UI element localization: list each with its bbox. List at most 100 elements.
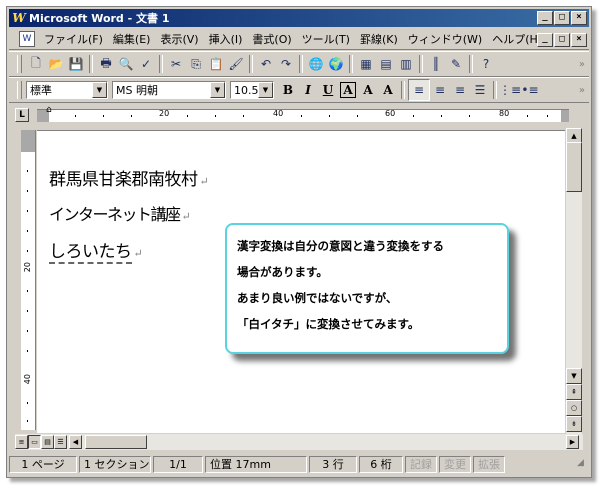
document-line-2[interactable]: インターネット講座 ↵ bbox=[49, 201, 191, 225]
italic-button[interactable]: I bbox=[298, 80, 318, 100]
toolbar-overflow-icon[interactable]: » bbox=[579, 85, 585, 96]
document-line-1[interactable]: 群馬県甘楽郡南牧村 ↵ bbox=[49, 165, 209, 190]
normal-view-icon[interactable]: ≡ bbox=[15, 435, 28, 449]
print-layout-view-icon[interactable]: ▤ bbox=[41, 435, 54, 449]
font-size-select[interactable]: 10.5 ▼ bbox=[230, 81, 274, 99]
doc-minimize-button[interactable]: _ bbox=[537, 33, 553, 47]
status-rec[interactable]: 記録 bbox=[405, 455, 437, 473]
close-button[interactable]: × bbox=[571, 11, 587, 25]
vruler-tick bbox=[27, 190, 28, 192]
ruler-number: 40 bbox=[273, 109, 284, 118]
paste-icon[interactable]: 📋 bbox=[206, 54, 226, 74]
status-trk[interactable]: 変更 bbox=[439, 455, 471, 473]
menu-window[interactable]: ウィンドウ(W) bbox=[403, 31, 487, 47]
undo-icon[interactable]: ↶ bbox=[256, 54, 276, 74]
menu-table[interactable]: 罫線(K) bbox=[355, 31, 403, 47]
save-icon[interactable]: 💾 bbox=[66, 54, 86, 74]
bold-button[interactable]: B bbox=[278, 80, 298, 100]
toolbar-grip[interactable] bbox=[17, 81, 22, 99]
char-shading-button[interactable]: A bbox=[358, 80, 378, 100]
document-line-3-text: しろいたち bbox=[49, 242, 132, 264]
toolbar-grip[interactable] bbox=[17, 55, 22, 73]
document-canvas[interactable]: 群馬県甘楽郡南牧村 ↵ インターネット講座 ↵ しろいたち ↵ 漢字変換は自分の意図と… bbox=[37, 130, 565, 433]
chevron-down-icon[interactable]: ▼ bbox=[258, 82, 273, 98]
select-browse-object-icon[interactable]: ○ bbox=[566, 400, 582, 416]
print-icon[interactable]: 🖶 bbox=[96, 54, 116, 74]
ruler-tick bbox=[301, 115, 302, 117]
doc-restore-button[interactable]: □ bbox=[554, 33, 570, 47]
bullets-icon[interactable]: •≡ bbox=[520, 80, 540, 100]
indent-marker-icon[interactable]: ⌂ bbox=[46, 105, 54, 127]
style-select[interactable]: 標準 ▼ bbox=[26, 81, 108, 99]
previous-page-icon[interactable]: ⇞ bbox=[566, 384, 582, 400]
doc-close-button[interactable]: × bbox=[571, 33, 587, 47]
web-layout-view-icon[interactable]: ▭ bbox=[28, 435, 41, 449]
numbering-icon[interactable]: ⋮≡ bbox=[499, 80, 521, 100]
resize-grip-icon[interactable]: ◢ bbox=[577, 458, 589, 470]
document-line-2-text: インターネット講座 bbox=[49, 205, 181, 224]
columns-icon[interactable]: ║ bbox=[426, 54, 446, 74]
drawing-icon[interactable]: ✎ bbox=[446, 54, 466, 74]
vruler-tick bbox=[27, 350, 28, 352]
outline-view-icon[interactable]: ☰ bbox=[54, 435, 67, 449]
cut-icon[interactable]: ✂ bbox=[166, 54, 186, 74]
web-toolbar-icon[interactable]: 🌍 bbox=[326, 54, 346, 74]
spellcheck-icon[interactable]: ✓ bbox=[136, 54, 156, 74]
insert-table-icon[interactable]: ▤ bbox=[376, 54, 396, 74]
scroll-thumb[interactable] bbox=[566, 142, 582, 192]
scroll-left-icon[interactable]: ◀ bbox=[69, 435, 82, 449]
menu-format[interactable]: 書式(O) bbox=[247, 31, 296, 47]
chevron-down-icon[interactable]: ▼ bbox=[92, 82, 107, 98]
ruler-tick bbox=[527, 115, 528, 117]
copy-icon[interactable]: ⎘ bbox=[186, 54, 206, 74]
chevron-down-icon[interactable]: ▼ bbox=[210, 82, 225, 98]
hyperlink-icon[interactable]: 🌐 bbox=[306, 54, 326, 74]
underline-button[interactable]: U bbox=[318, 80, 338, 100]
new-icon[interactable]: 🗋 bbox=[26, 54, 46, 74]
align-right-icon[interactable]: ≡ bbox=[450, 80, 470, 100]
align-center-icon[interactable]: ≡ bbox=[430, 80, 450, 100]
next-page-icon[interactable]: ⇟ bbox=[566, 416, 582, 432]
vruler-tick bbox=[27, 402, 28, 404]
insert-excel-icon[interactable]: ▥ bbox=[396, 54, 416, 74]
tab-selector[interactable]: L bbox=[15, 108, 29, 122]
status-ext[interactable]: 拡張 bbox=[473, 455, 505, 473]
word-app-icon[interactable]: W bbox=[12, 11, 26, 25]
align-justify-icon[interactable]: ≡ bbox=[408, 79, 430, 101]
style-value: 標準 bbox=[30, 84, 52, 97]
vertical-ruler[interactable]: 20 40 bbox=[21, 130, 36, 430]
toolbar-overflow-icon[interactable]: » bbox=[579, 59, 585, 70]
font-value: MS 明朝 bbox=[116, 84, 158, 97]
status-line: 3 行 bbox=[309, 455, 357, 473]
vertical-scrollbar[interactable]: ▲ ▼ ⇞ ○ ⇟ bbox=[566, 128, 582, 434]
menu-tools[interactable]: ツール(T) bbox=[297, 31, 355, 47]
menu-edit[interactable]: 編集(E) bbox=[108, 31, 156, 47]
status-section: 1 セクション bbox=[79, 455, 151, 473]
maximize-button[interactable]: □ bbox=[554, 11, 570, 25]
font-select[interactable]: MS 明朝 ▼ bbox=[112, 81, 226, 99]
phonetic-guide-button[interactable]: A bbox=[378, 80, 398, 100]
print-preview-icon[interactable]: 🔍 bbox=[116, 54, 136, 74]
format-painter-icon[interactable]: 🖌 bbox=[226, 54, 246, 74]
minimize-button[interactable]: _ bbox=[537, 11, 553, 25]
menu-insert[interactable]: 挿入(I) bbox=[204, 31, 248, 47]
ruler-tick bbox=[187, 115, 188, 117]
formatting-toolbar: 標準 ▼ MS 明朝 ▼ 10.5 ▼ B I U A A A ≡ ≡ ≡ ☰ … bbox=[9, 77, 589, 103]
title-bar[interactable]: W Microsoft Word - 文書 1 _ □ × bbox=[9, 9, 589, 27]
menu-file[interactable]: ファイル(F) bbox=[39, 31, 108, 47]
help-icon[interactable]: ? bbox=[476, 54, 496, 74]
horizontal-ruler[interactable]: ⌂ 20 40 60 80 bbox=[37, 105, 569, 122]
document-icon[interactable]: W bbox=[19, 31, 35, 47]
horizontal-ruler-row: L ⌂ 20 40 60 80 bbox=[9, 104, 589, 126]
horizontal-scroll-thumb[interactable] bbox=[85, 435, 147, 449]
document-line-3[interactable]: しろいたち ↵ bbox=[49, 237, 143, 264]
tables-borders-icon[interactable]: ▦ bbox=[356, 54, 376, 74]
redo-icon[interactable]: ↷ bbox=[276, 54, 296, 74]
distributed-icon[interactable]: ☰ bbox=[470, 80, 490, 100]
char-border-button[interactable]: A bbox=[338, 80, 358, 100]
scroll-right-icon[interactable]: ▶ bbox=[566, 435, 579, 449]
open-icon[interactable]: 📂 bbox=[46, 54, 66, 74]
scroll-down-icon[interactable]: ▼ bbox=[566, 368, 582, 384]
menu-view[interactable]: 表示(V) bbox=[155, 31, 203, 47]
horizontal-scrollbar[interactable]: ≡ ▭ ▤ ☰ ◀ ▶ bbox=[15, 434, 583, 450]
